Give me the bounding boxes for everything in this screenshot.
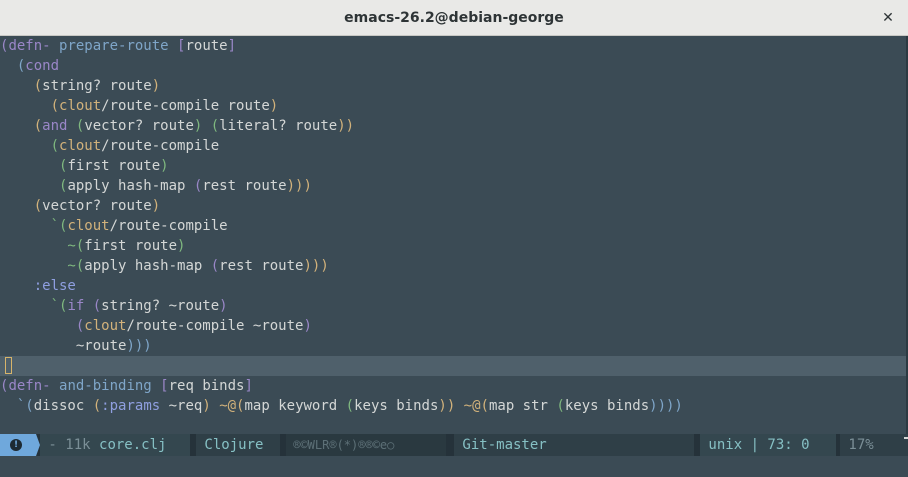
editor-buffer[interactable]: (defn- prepare-route [route] (cond (stri… bbox=[0, 36, 908, 434]
encoding-position: unix | 73: 0 bbox=[700, 434, 836, 456]
vc-branch[interactable]: Git-master bbox=[454, 434, 694, 456]
code-line: `(clout/route-compile bbox=[0, 218, 228, 234]
code-line: (defn- prepare-route [route] bbox=[0, 38, 237, 54]
text-cursor bbox=[5, 357, 12, 374]
code-line: (vector? route) bbox=[0, 198, 161, 214]
code-line: (apply hash-map (rest route))) bbox=[0, 178, 312, 194]
code-line: ~(apply hash-map (rest route))) bbox=[0, 258, 329, 274]
code-line: (cond bbox=[0, 58, 60, 74]
code-line: (clout/route-compile ~route) bbox=[0, 318, 312, 334]
code-line: (clout/route-compile route) bbox=[0, 98, 279, 114]
buffer-name[interactable]: core.clj bbox=[99, 437, 166, 453]
info-icon: ! bbox=[10, 439, 22, 451]
code-line: (first route) bbox=[0, 158, 169, 174]
code-line: `(dissoc (:params ~req) ~@(map keyword (… bbox=[0, 398, 683, 414]
code-line: (and (vector? route) (literal? route)) bbox=[0, 118, 355, 134]
mode-line-buffer[interactable]: - 11k core.clj bbox=[40, 434, 190, 456]
percent-label: 17% bbox=[840, 437, 874, 453]
title-bar[interactable]: emacs-26.2@debian-george ✕ bbox=[0, 0, 908, 36]
mode-line[interactable]: ! - 11k core.clj Clojure ®©WLR®(*)®®©e○ … bbox=[0, 434, 908, 456]
major-mode[interactable]: Clojure bbox=[196, 434, 280, 456]
minibuffer[interactable] bbox=[0, 456, 908, 477]
code-line: (clout/route-compile bbox=[0, 138, 220, 154]
mode-line-info[interactable]: ! bbox=[0, 434, 40, 456]
buffer-position-percent: 17% bbox=[840, 434, 908, 456]
emacs-window: emacs-26.2@debian-george ✕ (defn- prepar… bbox=[0, 0, 908, 477]
minor-mode-flags[interactable]: ®©WLR®(*)®®©e○ bbox=[286, 434, 446, 456]
code-line: ~route))) bbox=[0, 338, 152, 354]
code-line: (defn- and-binding [req binds] bbox=[0, 378, 253, 394]
code-line: (string? route) bbox=[0, 78, 161, 94]
code-line: `(if (string? ~route) bbox=[0, 298, 228, 314]
buffer-size: - 11k bbox=[40, 437, 100, 453]
code-line: :else bbox=[0, 278, 76, 294]
code-line: ~(first route) bbox=[0, 238, 186, 254]
window-title: emacs-26.2@debian-george bbox=[344, 10, 564, 26]
current-line[interactable] bbox=[0, 356, 906, 376]
scroll-indicator bbox=[904, 437, 908, 439]
close-icon[interactable]: ✕ bbox=[878, 8, 898, 28]
